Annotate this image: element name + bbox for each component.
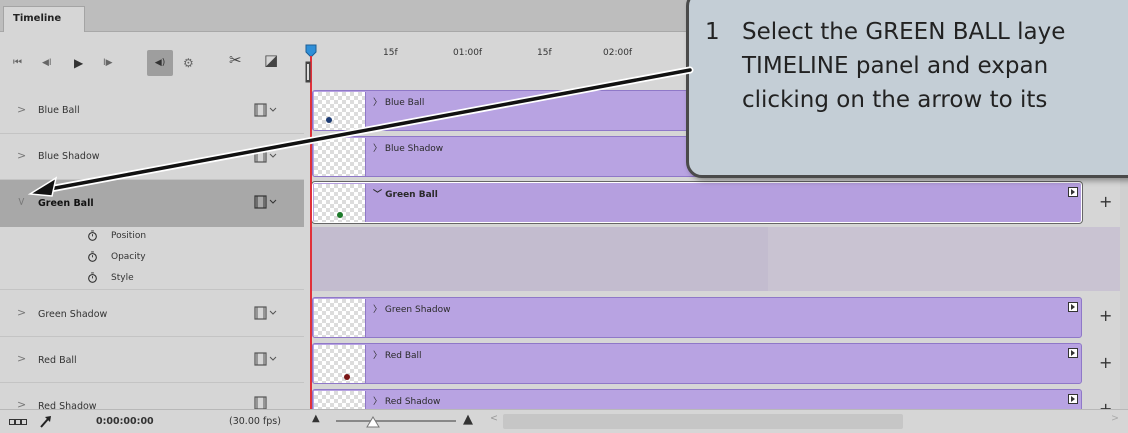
expand-chevron-icon[interactable]: >: [17, 306, 26, 319]
clip-end-icon[interactable]: [1068, 302, 1078, 312]
frame-animation-icon[interactable]: [9, 419, 27, 425]
layer-name: Red Shadow: [38, 401, 97, 409]
keyframe-area-range: [312, 227, 768, 291]
scroll-right-icon[interactable]: >: [1111, 413, 1119, 424]
step-number: 1: [705, 19, 720, 45]
ruler-tick: 15f: [537, 48, 552, 58]
scroll-left-icon[interactable]: <: [490, 413, 498, 424]
clip-thumbnail: [314, 92, 366, 130]
zoom-in-mountain-icon[interactable]: ▲: [463, 412, 473, 427]
film-strip-icon[interactable]: [254, 396, 280, 409]
green-ball-thumbnail: [337, 212, 343, 218]
ruler-tick: 15f: [383, 48, 398, 58]
layer-name: Green Shadow: [38, 309, 108, 320]
keyframe-area[interactable]: [312, 227, 1128, 291]
previous-frame-icon[interactable]: ◀I: [42, 57, 52, 69]
frame-rate: (30.00 fps): [229, 416, 281, 427]
expand-chevron-icon[interactable]: >: [17, 398, 26, 409]
film-strip-icon[interactable]: [254, 149, 280, 163]
track-clip-green-shadow[interactable]: 〉 Green Shadow: [312, 297, 1082, 338]
red-ball-thumbnail: [344, 374, 350, 380]
track-clip-green-ball[interactable]: ﹀ Green Ball: [312, 182, 1082, 223]
layer-name: Blue Ball: [38, 105, 80, 116]
zoom-slider-thumb[interactable]: [366, 416, 380, 428]
blue-ball-thumbnail: [326, 117, 332, 123]
clip-end-icon[interactable]: [1068, 348, 1078, 358]
layer-row-green-shadow[interactable]: > Green Shadow: [0, 291, 304, 337]
add-media-plus-icon[interactable]: +: [1099, 192, 1112, 211]
track-clip-red-shadow[interactable]: 〉 Red Shadow: [312, 389, 1082, 409]
layer-row-green-ball[interactable]: > Green Ball: [0, 180, 304, 227]
expand-chevron-icon[interactable]: >: [17, 103, 26, 116]
work-area-start-icon[interactable]: [305, 61, 311, 83]
layer-row-blue-shadow[interactable]: > Blue Shadow: [0, 134, 304, 180]
property-name: Opacity: [111, 252, 146, 262]
first-frame-icon[interactable]: ⏮: [13, 57, 22, 69]
expand-chevron-icon[interactable]: >: [17, 352, 26, 365]
stopwatch-icon[interactable]: [87, 230, 98, 241]
timeline-toolbar: ⏮ ◀I ▶ I▶ ◀) ⚙ ✂ ◪: [0, 32, 304, 88]
property-row-position[interactable]: Position: [0, 227, 304, 248]
clip-thumbnail: [314, 184, 366, 222]
property-row-style[interactable]: Style: [0, 269, 304, 290]
play-icon[interactable]: ▶: [74, 57, 83, 69]
add-media-plus-icon[interactable]: +: [1099, 399, 1112, 409]
clip-end-icon[interactable]: [1068, 394, 1078, 404]
instruction-line: clicking on the arrow to its: [742, 87, 1048, 113]
render-video-arrow-icon[interactable]: [39, 414, 55, 428]
horizontal-scroll-thumb[interactable]: [503, 414, 903, 429]
zoom-slider[interactable]: [336, 420, 456, 422]
clip-end-icon[interactable]: [1068, 187, 1078, 197]
layer-name: Green Ball: [38, 198, 94, 209]
playhead[interactable]: [310, 56, 312, 409]
audio-icon[interactable]: ◀): [147, 50, 173, 76]
property-name: Style: [111, 273, 134, 283]
layer-name: Blue Shadow: [38, 151, 100, 162]
property-name: Position: [111, 231, 147, 241]
clip-label: 〉 Blue Shadow: [373, 144, 444, 154]
transition-icon[interactable]: ◪: [264, 53, 278, 68]
current-timecode: 0:00:00:00: [96, 416, 154, 427]
clip-thumbnail: [314, 345, 366, 383]
status-bar: 0:00:00:00 (30.00 fps) ▲ ▲ < >: [0, 409, 1128, 433]
film-strip-icon[interactable]: [254, 352, 280, 366]
layer-row-blue-ball[interactable]: > Blue Ball: [0, 88, 304, 134]
track-clip-red-ball[interactable]: 〉 Red Ball: [312, 343, 1082, 384]
film-strip-icon[interactable]: [254, 195, 280, 209]
add-media-plus-icon[interactable]: +: [1099, 306, 1112, 325]
clip-label: 〉 Red Shadow: [373, 397, 441, 407]
split-at-playhead-icon[interactable]: ✂: [229, 53, 242, 68]
expand-chevron-icon[interactable]: >: [15, 197, 28, 206]
expand-chevron-icon[interactable]: >: [17, 149, 26, 162]
layer-row-red-ball[interactable]: > Red Ball: [0, 337, 304, 383]
settings-icon[interactable]: ⚙: [183, 57, 194, 69]
clip-label: 〉 Red Ball: [373, 351, 422, 361]
clip-thumbnail: [314, 138, 366, 176]
clip-thumbnail: [314, 391, 366, 409]
layer-name: Red Ball: [38, 355, 77, 366]
stopwatch-icon[interactable]: [87, 251, 98, 262]
tab-timeline[interactable]: Timeline: [3, 6, 85, 33]
property-row-opacity[interactable]: Opacity: [0, 248, 304, 269]
ruler-tick: 01:00f: [453, 48, 483, 58]
stopwatch-icon[interactable]: [87, 272, 98, 283]
film-strip-icon[interactable]: [254, 103, 280, 117]
layer-list: > Blue Ball > Blue Shadow > Green Ball P…: [0, 88, 304, 409]
instruction-line: TIMELINE panel and expan: [742, 53, 1049, 79]
ruler-tick: 02:00f: [603, 48, 633, 58]
layer-row-red-shadow[interactable]: > Red Shadow: [0, 383, 304, 409]
instruction-line: Select the GREEN BALL laye: [742, 19, 1066, 45]
clip-label: ﹀ Green Ball: [373, 190, 438, 200]
film-strip-icon[interactable]: [254, 306, 280, 320]
clip-label: 〉 Blue Ball: [373, 98, 425, 108]
add-media-plus-icon[interactable]: +: [1099, 353, 1112, 372]
clip-thumbnail: [314, 299, 366, 337]
next-frame-icon[interactable]: I▶: [103, 57, 113, 69]
clip-label: 〉 Green Shadow: [373, 305, 451, 315]
zoom-out-mountain-icon[interactable]: ▲: [312, 413, 320, 424]
